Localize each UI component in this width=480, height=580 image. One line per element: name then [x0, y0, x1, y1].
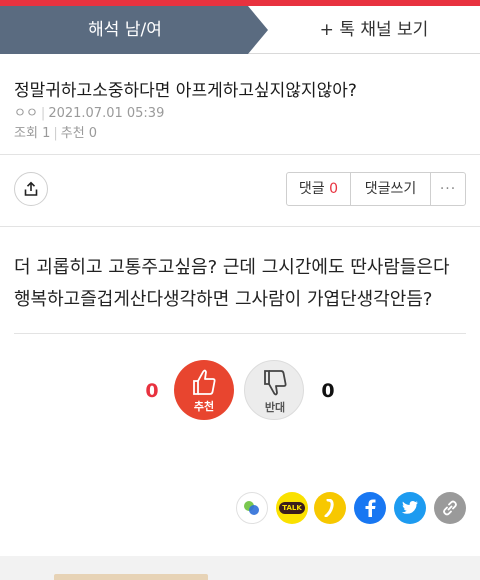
recommend-button[interactable]: 추천 [174, 360, 234, 420]
comment-actions: 댓글 0 댓글쓰기 ··· [286, 172, 466, 206]
divider [0, 226, 480, 227]
post-date: 2021.07.01 05:39 [48, 106, 165, 121]
kakaotalk-share-button[interactable]: TALK [276, 492, 308, 524]
thumbs-down-icon [264, 370, 287, 396]
share-icon [24, 181, 38, 196]
recommend-vote-count: 0 [145, 380, 159, 402]
recommend-label: 추천 [60, 126, 85, 141]
band-icon [244, 501, 259, 515]
band-share-button[interactable] [236, 492, 268, 524]
post-meta-stats: 조회 1 | 추천 0 [14, 126, 98, 141]
views-label: 조회 [14, 126, 38, 141]
oppose-button[interactable]: 반대 [244, 360, 304, 420]
share-button[interactable] [14, 172, 48, 206]
comments-count: 0 [329, 181, 339, 197]
comments-label: 댓글 [298, 181, 325, 197]
facebook-icon [365, 499, 376, 517]
tab-interpretation-label: 해석 남/여 [88, 20, 162, 40]
oppose-vote-count: 0 [321, 380, 335, 402]
views-count: 1 [42, 126, 51, 141]
recommend-label: 추천 [193, 400, 215, 413]
divider [0, 154, 480, 155]
kakaotalk-icon: TALK [279, 502, 305, 514]
thumbs-up-icon [193, 369, 216, 395]
tab-view-talk-channel[interactable]: + 톡 채널 보기 [268, 6, 480, 54]
post-meta-author-date: ㅇㅇ | 2021.07.01 05:39 [14, 106, 165, 121]
facebook-share-button[interactable] [354, 492, 386, 524]
post-author[interactable]: ㅇㅇ [14, 106, 38, 121]
twitter-icon [401, 501, 418, 514]
channel-tabs: 해석 남/여 + 톡 채널 보기 [0, 6, 480, 54]
write-comment-button[interactable]: 댓글쓰기 [351, 173, 431, 205]
kakaostory-icon [324, 499, 334, 517]
related-thumbnail[interactable] [54, 574, 208, 580]
divider [14, 333, 466, 334]
post-title: 정말귀하고소중하다면 아프게하고싶지않지않아? [14, 81, 357, 101]
more-button[interactable]: ··· [431, 173, 465, 205]
recommend-count: 0 [88, 126, 98, 141]
post-body: 더 괴롭히고 고통주고싶음? 근데 그시간에도 딴사람들은다 행복하고즐겁게산다… [14, 257, 450, 310]
oppose-label: 반대 [264, 401, 286, 414]
link-icon [443, 500, 457, 516]
twitter-share-button[interactable] [394, 492, 426, 524]
copy-link-button[interactable] [434, 492, 466, 524]
tab-interpretation[interactable]: 해석 남/여 [0, 6, 268, 54]
kakaostory-share-button[interactable] [314, 492, 346, 524]
comments-button[interactable]: 댓글 0 [287, 173, 351, 205]
